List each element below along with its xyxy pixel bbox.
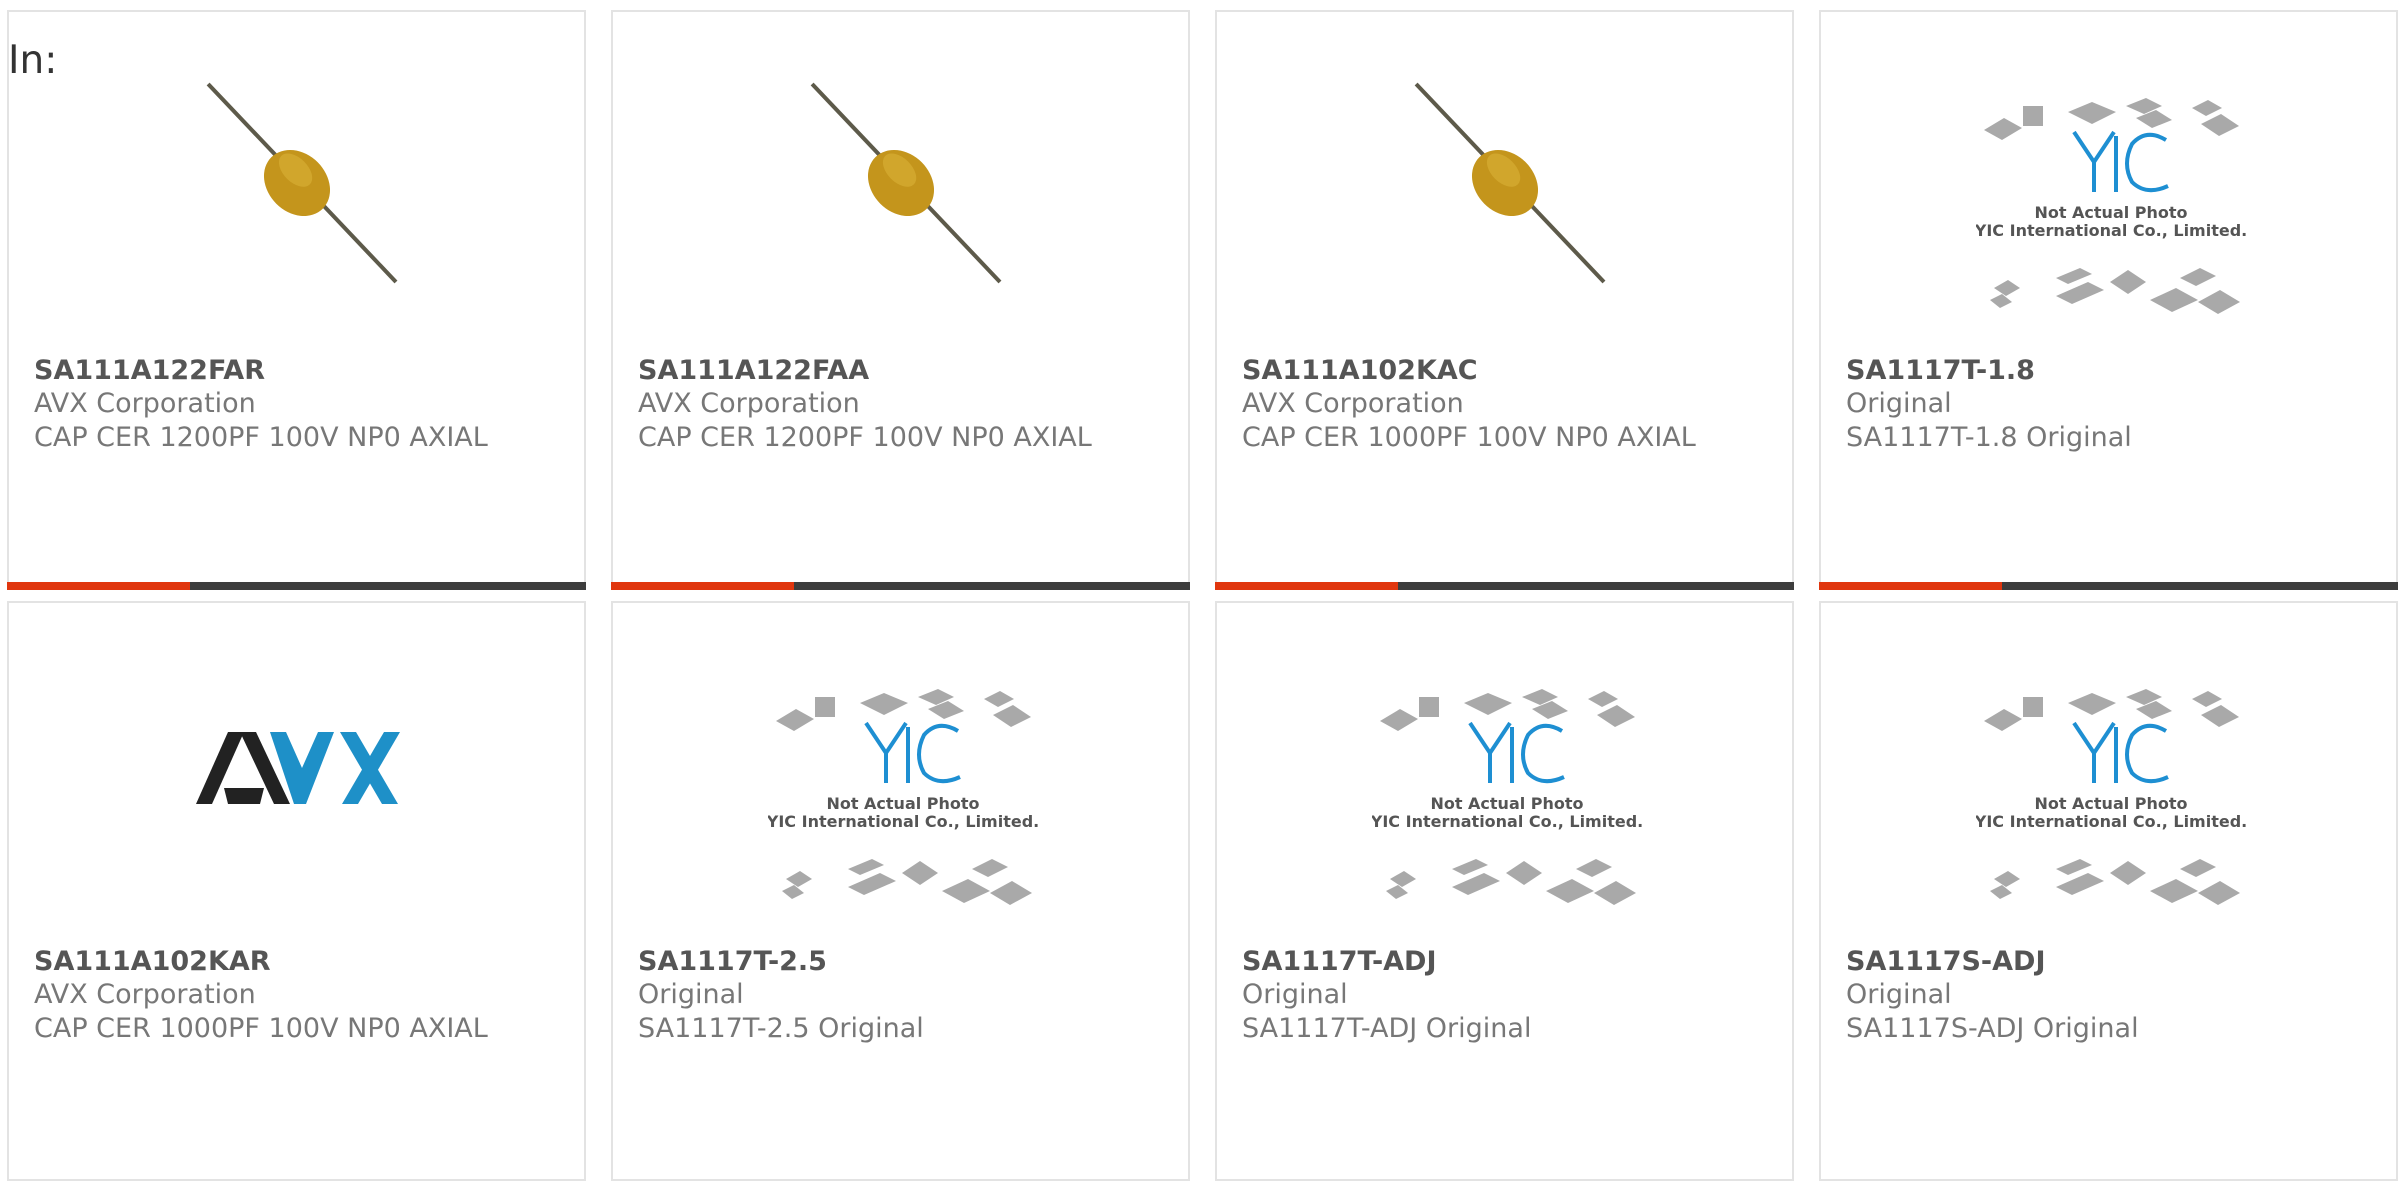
part-number[interactable]: SA1117S-ADJ — [1846, 945, 2386, 978]
part-number[interactable]: SA1117T-ADJ — [1242, 945, 1782, 978]
product-card[interactable]: SA111A102KAR AVX Corporation CAP CER 100… — [7, 601, 586, 1181]
manufacturer: AVX Corporation — [638, 388, 860, 419]
product-card[interactable]: SA111A122FAA AVX Corporation CAP CER 120… — [611, 10, 1190, 590]
manufacturer: Original — [1846, 979, 1952, 1010]
manufacturer: AVX Corporation — [1242, 388, 1464, 419]
product-card[interactable]: Not Actual Photo YIC International Co., … — [1819, 601, 2398, 1181]
card-accent-bar — [611, 582, 1190, 590]
product-card[interactable]: Not Actual Photo YIC International Co., … — [1819, 10, 2398, 590]
manufacturer: Original — [1846, 388, 1952, 419]
card-accent-bar — [7, 582, 586, 590]
placeholder-line2: YIC International Co., Limited. — [1372, 812, 1642, 831]
description: SA1117T-2.5 Original — [638, 1013, 924, 1044]
placeholder-line2: YIC International Co., Limited. — [1976, 221, 2246, 240]
product-card[interactable]: SA111A102KAC AVX Corporation CAP CER 100… — [1215, 10, 1794, 590]
part-number[interactable]: SA111A122FAR — [34, 354, 574, 387]
placeholder-line2: YIC International Co., Limited. — [1976, 812, 2246, 831]
product-card[interactable]: Not Actual Photo YIC International Co., … — [611, 601, 1190, 1181]
placeholder-line2: YIC International Co., Limited. — [768, 812, 1038, 831]
description: CAP CER 1000PF 100V NP0 AXIAL — [1242, 422, 1696, 453]
card-accent-bar — [1215, 582, 1794, 590]
product-card[interactable]: SA111A122FAR AVX Corporation CAP CER 120… — [7, 10, 586, 590]
yic-placeholder-image[interactable]: Not Actual Photo YIC International Co., … — [1976, 683, 2246, 923]
product-card[interactable]: Not Actual Photo YIC International Co., … — [1215, 601, 1794, 1181]
yic-placeholder-image[interactable]: Not Actual Photo YIC International Co., … — [1976, 92, 2246, 332]
placeholder-line1: Not Actual Photo — [1430, 794, 1583, 813]
axial-capacitor-image[interactable] — [800, 82, 1002, 284]
part-number[interactable]: SA1117T-1.8 — [1846, 354, 2386, 387]
placeholder-line1: Not Actual Photo — [2034, 203, 2187, 222]
axial-capacitor-image[interactable] — [196, 82, 398, 284]
manufacturer: Original — [1242, 979, 1348, 1010]
placeholder-line1: Not Actual Photo — [826, 794, 979, 813]
axial-capacitor-image[interactable] — [1404, 82, 1606, 284]
part-number[interactable]: SA111A102KAR — [34, 945, 574, 978]
description: SA1117S-ADJ Original — [1846, 1013, 2139, 1044]
in-label: In: — [8, 38, 58, 83]
manufacturer: Original — [638, 979, 744, 1010]
manufacturer: AVX Corporation — [34, 979, 256, 1010]
part-number[interactable]: SA111A122FAA — [638, 354, 1178, 387]
manufacturer: AVX Corporation — [34, 388, 256, 419]
description: CAP CER 1200PF 100V NP0 AXIAL — [34, 422, 488, 453]
card-accent-bar — [1819, 582, 2398, 590]
avx-logo-image[interactable] — [194, 728, 404, 808]
placeholder-line1: Not Actual Photo — [2034, 794, 2187, 813]
part-number[interactable]: SA1117T-2.5 — [638, 945, 1178, 978]
yic-placeholder-image[interactable]: Not Actual Photo YIC International Co., … — [1372, 683, 1642, 923]
description: CAP CER 1200PF 100V NP0 AXIAL — [638, 422, 1092, 453]
part-number[interactable]: SA111A102KAC — [1242, 354, 1782, 387]
description: SA1117T-ADJ Original — [1242, 1013, 1532, 1044]
description: CAP CER 1000PF 100V NP0 AXIAL — [34, 1013, 488, 1044]
yic-placeholder-image[interactable]: Not Actual Photo YIC International Co., … — [768, 683, 1038, 923]
description: SA1117T-1.8 Original — [1846, 422, 2132, 453]
